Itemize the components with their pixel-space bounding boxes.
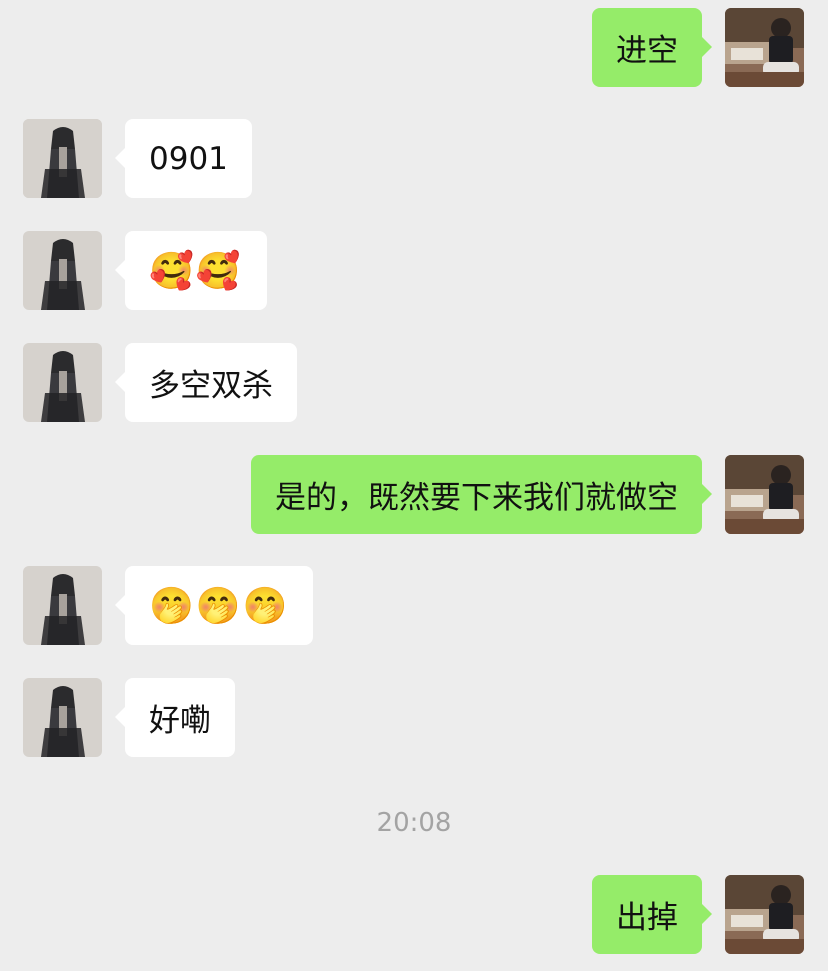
self-avatar[interactable] — [725, 455, 804, 534]
contact-avatar[interactable] — [23, 119, 102, 198]
message-text: 出掉 — [616, 900, 678, 936]
contact-avatar[interactable] — [23, 678, 102, 757]
contact-avatar[interactable] — [23, 231, 102, 310]
self-avatar[interactable] — [725, 8, 804, 87]
message-bubble-incoming[interactable]: 🤭🤭🤭 — [114, 566, 314, 645]
message-text: 0901 — [149, 140, 228, 177]
contact-avatar[interactable] — [23, 343, 102, 422]
emoji-text: 🥰🥰 — [149, 250, 243, 292]
message-text: 是的，既然要下来我们就做空 — [275, 480, 678, 516]
message-text: 多空双杀 — [149, 368, 273, 404]
message-text: 进空 — [616, 33, 678, 69]
message-bubble-incoming[interactable]: 🥰🥰 — [115, 231, 267, 310]
message-text: 好嘞 — [149, 703, 211, 739]
contact-avatar[interactable] — [23, 566, 102, 645]
emoji-text: 🤭🤭🤭 — [149, 585, 290, 627]
message-bubble-incoming[interactable]: 0901 — [115, 119, 252, 198]
message-bubble-outgoing[interactable]: 进空 — [592, 8, 712, 87]
message-bubble-incoming[interactable]: 多空双杀 — [115, 343, 297, 422]
timestamp-divider: 20:08 — [376, 808, 452, 838]
message-bubble-incoming[interactable]: 好嘞 — [115, 678, 235, 757]
message-bubble-outgoing[interactable]: 出掉 — [592, 875, 712, 954]
message-bubble-outgoing[interactable]: 是的，既然要下来我们就做空 — [251, 455, 712, 534]
self-avatar[interactable] — [725, 875, 804, 954]
chat-window: 进空 0901 🥰🥰 多空双杀 是的，既然要下来我们就做空 🤭🤭🤭 好嘞 20:… — [0, 0, 828, 971]
